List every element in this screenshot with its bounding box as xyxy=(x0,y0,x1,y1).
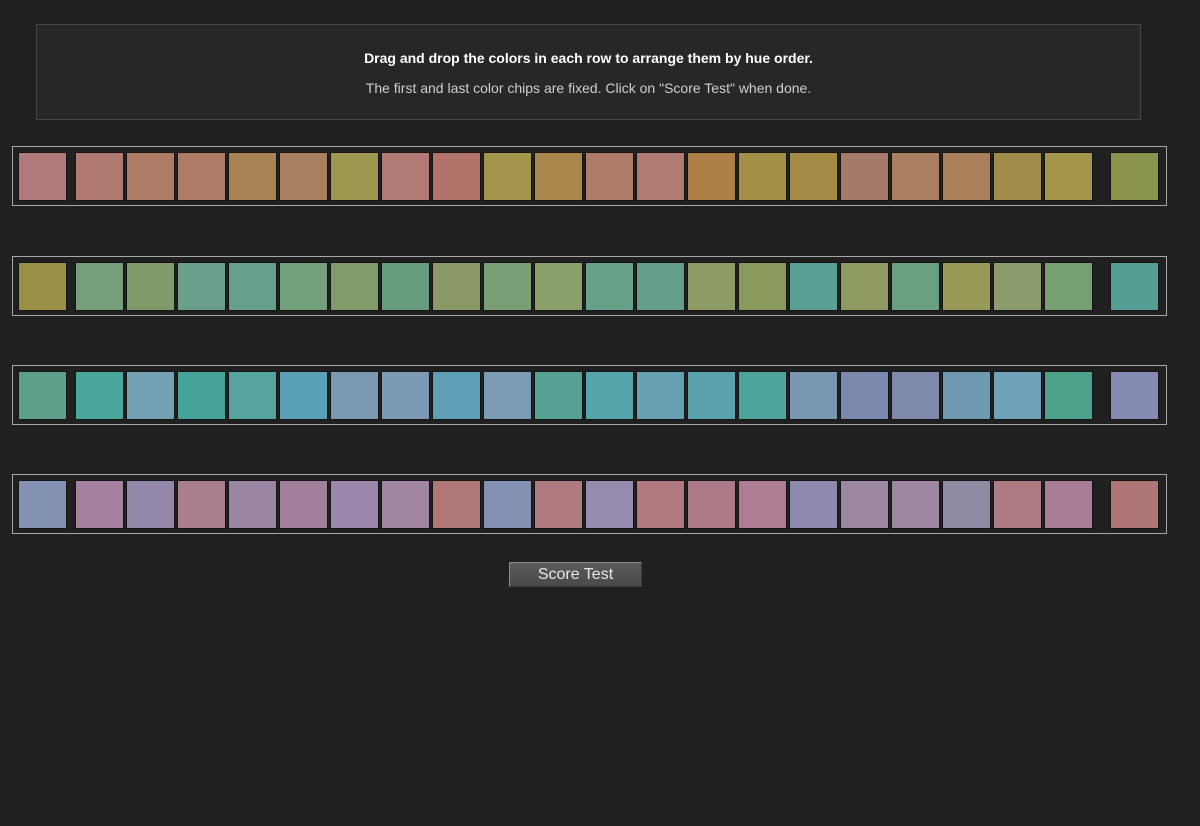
fixed-end-chip xyxy=(1110,152,1159,201)
color-chip[interactable] xyxy=(789,152,838,201)
color-chip[interactable] xyxy=(483,152,532,201)
color-chip[interactable] xyxy=(177,152,226,201)
color-chip[interactable] xyxy=(687,371,736,420)
color-chip[interactable] xyxy=(636,152,685,201)
color-chip[interactable] xyxy=(993,152,1042,201)
color-chip[interactable] xyxy=(279,262,328,311)
fixed-start-chip xyxy=(18,480,67,529)
color-chip[interactable] xyxy=(126,371,175,420)
color-chip[interactable] xyxy=(177,371,226,420)
color-chip[interactable] xyxy=(330,480,379,529)
color-chip[interactable] xyxy=(432,371,481,420)
color-chip[interactable] xyxy=(228,480,277,529)
color-chip[interactable] xyxy=(942,262,991,311)
color-chip[interactable] xyxy=(585,371,634,420)
color-chip[interactable] xyxy=(330,262,379,311)
fixed-end-chip xyxy=(1110,480,1159,529)
color-chip[interactable] xyxy=(738,152,787,201)
color-chip[interactable] xyxy=(636,262,685,311)
color-chip[interactable] xyxy=(330,371,379,420)
color-chip[interactable] xyxy=(1044,371,1093,420)
color-chip[interactable] xyxy=(789,480,838,529)
color-chip[interactable] xyxy=(279,480,328,529)
color-chip[interactable] xyxy=(789,371,838,420)
color-chip[interactable] xyxy=(738,371,787,420)
color-chip[interactable] xyxy=(75,262,124,311)
color-chip[interactable] xyxy=(126,152,175,201)
color-chip[interactable] xyxy=(126,480,175,529)
color-chip[interactable] xyxy=(381,262,430,311)
color-chip[interactable] xyxy=(891,152,940,201)
fixed-start-chip xyxy=(18,262,67,311)
color-chip[interactable] xyxy=(75,152,124,201)
instructions-title: Drag and drop the colors in each row to … xyxy=(364,50,813,66)
color-chip[interactable] xyxy=(840,262,889,311)
color-chip[interactable] xyxy=(432,262,481,311)
color-chip[interactable] xyxy=(381,480,430,529)
color-chip[interactable] xyxy=(585,262,634,311)
color-chip[interactable] xyxy=(381,152,430,201)
color-chip[interactable] xyxy=(789,262,838,311)
color-chip[interactable] xyxy=(636,480,685,529)
color-chip[interactable] xyxy=(993,262,1042,311)
color-chip[interactable] xyxy=(738,480,787,529)
color-chip[interactable] xyxy=(840,480,889,529)
color-chip[interactable] xyxy=(534,262,583,311)
color-chip[interactable] xyxy=(75,480,124,529)
color-chip[interactable] xyxy=(687,152,736,201)
color-chip[interactable] xyxy=(891,371,940,420)
color-chip[interactable] xyxy=(687,480,736,529)
color-chip[interactable] xyxy=(891,262,940,311)
color-chip[interactable] xyxy=(381,371,430,420)
color-chip[interactable] xyxy=(534,480,583,529)
color-chip[interactable] xyxy=(483,480,532,529)
color-chip[interactable] xyxy=(1044,480,1093,529)
color-chip[interactable] xyxy=(636,371,685,420)
instructions-panel: Drag and drop the colors in each row to … xyxy=(36,24,1141,120)
color-row-1 xyxy=(12,146,1167,206)
color-chip[interactable] xyxy=(432,152,481,201)
color-chip[interactable] xyxy=(840,371,889,420)
color-chip[interactable] xyxy=(891,480,940,529)
color-chip[interactable] xyxy=(432,480,481,529)
color-chip[interactable] xyxy=(942,371,991,420)
color-row-3 xyxy=(12,365,1167,425)
color-chip[interactable] xyxy=(177,262,226,311)
color-chip[interactable] xyxy=(228,262,277,311)
score-test-button[interactable]: Score Test xyxy=(509,562,642,587)
color-chip[interactable] xyxy=(126,262,175,311)
instructions-subtitle: The first and last color chips are fixed… xyxy=(365,80,812,96)
color-chip[interactable] xyxy=(330,152,379,201)
color-chip[interactable] xyxy=(279,371,328,420)
color-chip[interactable] xyxy=(942,480,991,529)
color-chip[interactable] xyxy=(1044,262,1093,311)
color-chip[interactable] xyxy=(279,152,328,201)
color-chip[interactable] xyxy=(687,262,736,311)
color-chip[interactable] xyxy=(228,371,277,420)
fixed-start-chip xyxy=(18,371,67,420)
color-chip[interactable] xyxy=(585,152,634,201)
color-row-4 xyxy=(12,474,1167,534)
fixed-end-chip xyxy=(1110,371,1159,420)
color-chip[interactable] xyxy=(840,152,889,201)
color-chip[interactable] xyxy=(585,480,634,529)
color-chip[interactable] xyxy=(993,371,1042,420)
color-row-2 xyxy=(12,256,1167,316)
color-chip[interactable] xyxy=(942,152,991,201)
color-chip[interactable] xyxy=(75,371,124,420)
color-chip[interactable] xyxy=(738,262,787,311)
color-chip[interactable] xyxy=(483,371,532,420)
color-chip[interactable] xyxy=(534,371,583,420)
color-chip[interactable] xyxy=(483,262,532,311)
fixed-start-chip xyxy=(18,152,67,201)
color-chip[interactable] xyxy=(534,152,583,201)
color-chip[interactable] xyxy=(1044,152,1093,201)
color-chip[interactable] xyxy=(228,152,277,201)
color-chip[interactable] xyxy=(177,480,226,529)
color-chip[interactable] xyxy=(993,480,1042,529)
fixed-end-chip xyxy=(1110,262,1159,311)
